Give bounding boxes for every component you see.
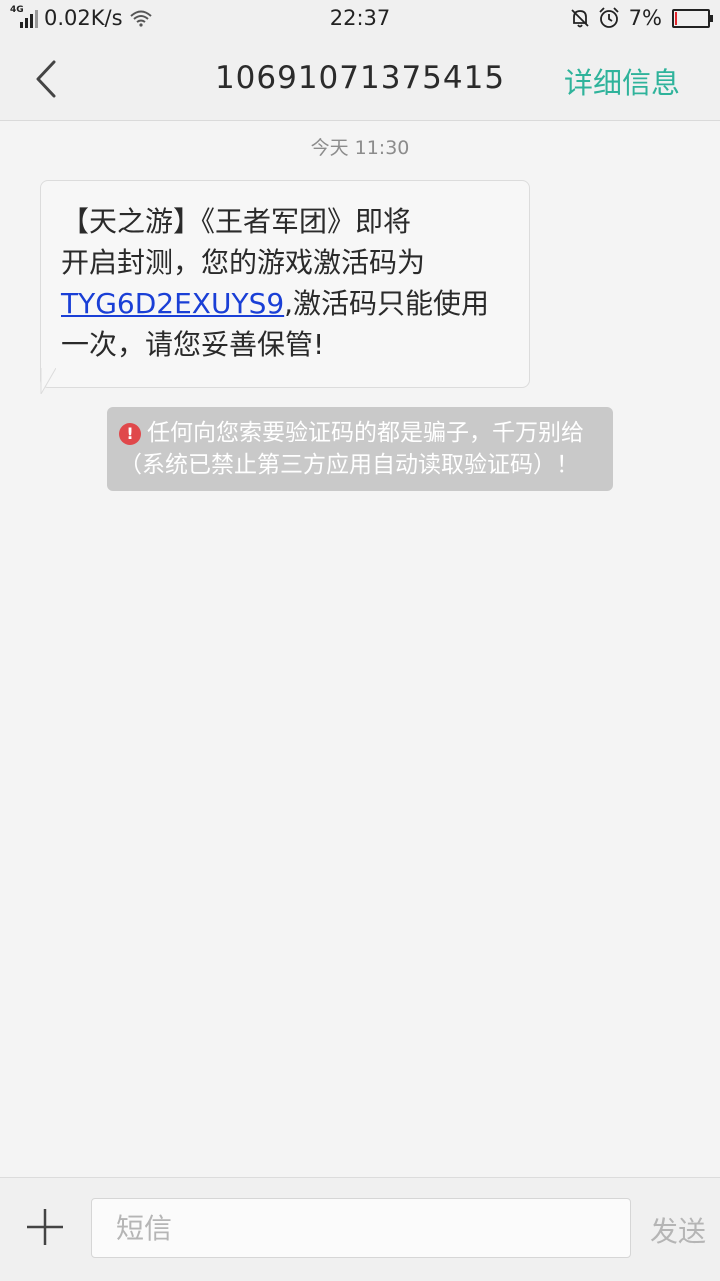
fraud-warning: ! 任何向您索要验证码的都是骗子，千万别给（系统已禁止第三方应用自动读取验证码）！	[107, 407, 613, 491]
message-line-4: 一次，请您妥善保管!	[61, 328, 325, 361]
battery-icon	[672, 8, 713, 28]
mute-bell-icon	[571, 9, 589, 28]
add-attachment-icon[interactable]	[24, 1206, 66, 1248]
message-line-1: 【天之游】《王者军团》即将	[61, 205, 412, 238]
warning-text: 任何向您索要验证码的都是骗子，千万别给（系统已禁止第三方应用自动读取验证码）！	[119, 420, 584, 478]
composer-bar: 发送	[0, 1177, 720, 1281]
message-line-3: TYG6D2EXUYS9,激活码只能使用	[61, 283, 509, 324]
battery-fill	[675, 11, 677, 25]
battery-percent: 7%	[628, 6, 662, 30]
warning-icon: !	[119, 423, 141, 445]
bubble-tail	[40, 368, 56, 394]
activation-code-link[interactable]: TYG6D2EXUYS9	[61, 287, 284, 320]
message-timestamp: 今天 11:30	[310, 137, 410, 159]
message-line-2: 开启封测，您的游戏激活码为	[61, 246, 426, 279]
status-bar: 4G 0.02K/s 22:37 7%	[0, 0, 720, 38]
message-code-suffix: ,激活码只能使用	[284, 287, 490, 320]
details-button[interactable]: 详细信息	[564, 60, 680, 102]
status-right: 7%	[569, 6, 713, 30]
message-bubble: 【天之游】《王者军团》即将 开启封测，您的游戏激活码为 TYG6D2EXUYS9…	[40, 180, 530, 388]
header-bar: 10691071375415 详细信息	[0, 38, 720, 121]
message-input[interactable]	[91, 1198, 631, 1258]
alarm-icon	[599, 7, 619, 28]
send-button[interactable]: 发送	[650, 1210, 706, 1250]
